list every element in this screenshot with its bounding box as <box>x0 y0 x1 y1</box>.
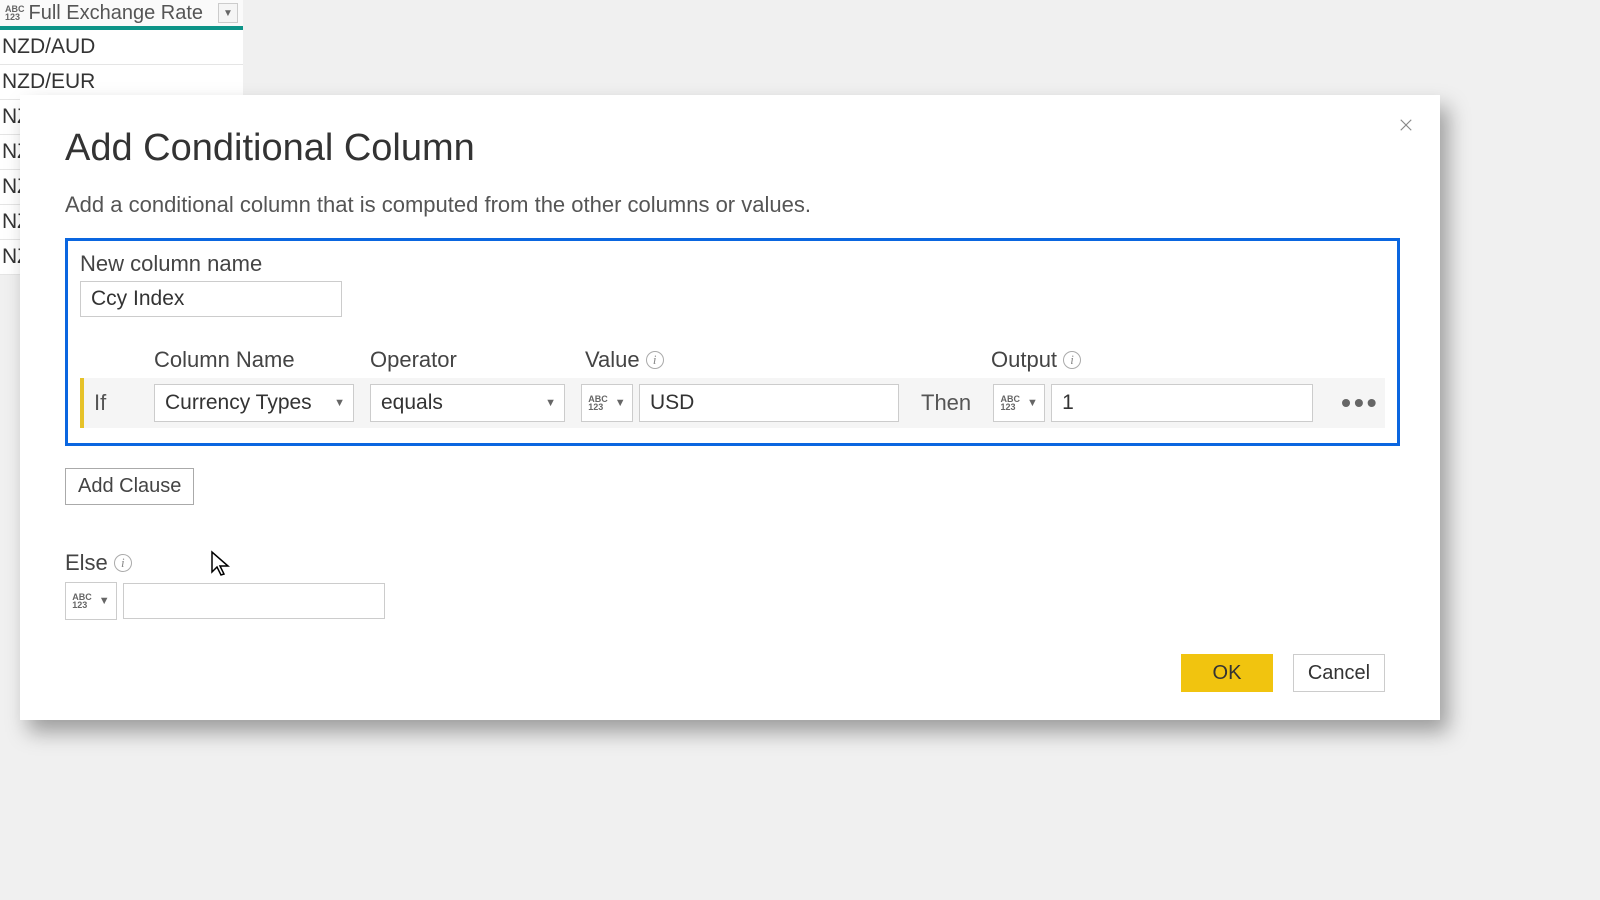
header-output-text: Output <box>991 347 1057 373</box>
chevron-down-icon: ▼ <box>99 595 110 607</box>
chevron-down-icon: ▼ <box>334 397 345 409</box>
column-header[interactable]: ABC 123 Full Exchange Rate ▼ <box>0 0 243 30</box>
clause-headers: Column Name Operator Value i Output i <box>80 347 1385 373</box>
header-value: Value i <box>585 347 991 373</box>
value-type-selector[interactable]: ABC 123 ▼ <box>581 384 633 422</box>
else-input[interactable] <box>123 583 385 619</box>
dialog-subtitle: Add a conditional column that is compute… <box>65 192 1395 218</box>
else-type-selector[interactable]: ABC 123 ▼ <box>65 582 117 620</box>
output-input[interactable] <box>1051 384 1313 422</box>
output-type-selector[interactable]: ABC 123 ▼ <box>993 384 1045 422</box>
column-name-dropdown[interactable]: Currency Types ▼ <box>154 384 354 422</box>
column-name-value: Currency Types <box>165 391 312 415</box>
type-icon: ABC 123 <box>5 5 25 21</box>
operator-value: equals <box>381 391 443 415</box>
else-section: Else i ABC 123 ▼ <box>65 550 1395 620</box>
dialog-footer: OK Cancel <box>1181 654 1385 692</box>
chevron-down-icon: ▼ <box>545 397 556 409</box>
add-clause-button[interactable]: Add Clause <box>65 468 194 505</box>
header-operator: Operator <box>370 347 585 373</box>
header-output: Output i <box>991 347 1191 373</box>
type-icon: ABC 123 <box>72 593 92 609</box>
column-header-title: Full Exchange Rate <box>29 2 219 25</box>
if-label: If <box>94 390 106 416</box>
operator-dropdown[interactable]: equals ▼ <box>370 384 565 422</box>
column-filter-dropdown[interactable]: ▼ <box>218 3 238 23</box>
close-button[interactable] <box>1394 113 1418 137</box>
header-column-name: Column Name <box>154 347 370 373</box>
add-conditional-column-dialog: Add Conditional Column Add a conditional… <box>20 95 1440 720</box>
then-label: Then <box>921 390 971 416</box>
more-options-icon[interactable]: ••• <box>1341 387 1379 419</box>
header-value-text: Value <box>585 347 640 373</box>
chevron-down-icon: ▼ <box>615 397 626 409</box>
info-icon[interactable]: i <box>646 351 664 369</box>
new-column-name-input[interactable] <box>80 281 342 317</box>
info-icon[interactable]: i <box>114 554 132 572</box>
type-icon: ABC 123 <box>588 395 608 411</box>
new-column-name-label: New column name <box>80 251 1385 277</box>
data-row[interactable]: NZD/AUD <box>0 30 243 65</box>
cancel-button[interactable]: Cancel <box>1293 654 1385 692</box>
dialog-title: Add Conditional Column <box>65 127 1395 170</box>
chevron-down-icon: ▼ <box>1027 397 1038 409</box>
value-input[interactable] <box>639 384 899 422</box>
clause-row: If Currency Types ▼ equals ▼ ABC 123 ▼ T… <box>80 378 1385 428</box>
info-icon[interactable]: i <box>1063 351 1081 369</box>
else-label: Else <box>65 550 108 576</box>
highlighted-section: New column name Column Name Operator Val… <box>65 238 1400 446</box>
ok-button[interactable]: OK <box>1181 654 1273 692</box>
type-icon: ABC 123 <box>1000 395 1020 411</box>
